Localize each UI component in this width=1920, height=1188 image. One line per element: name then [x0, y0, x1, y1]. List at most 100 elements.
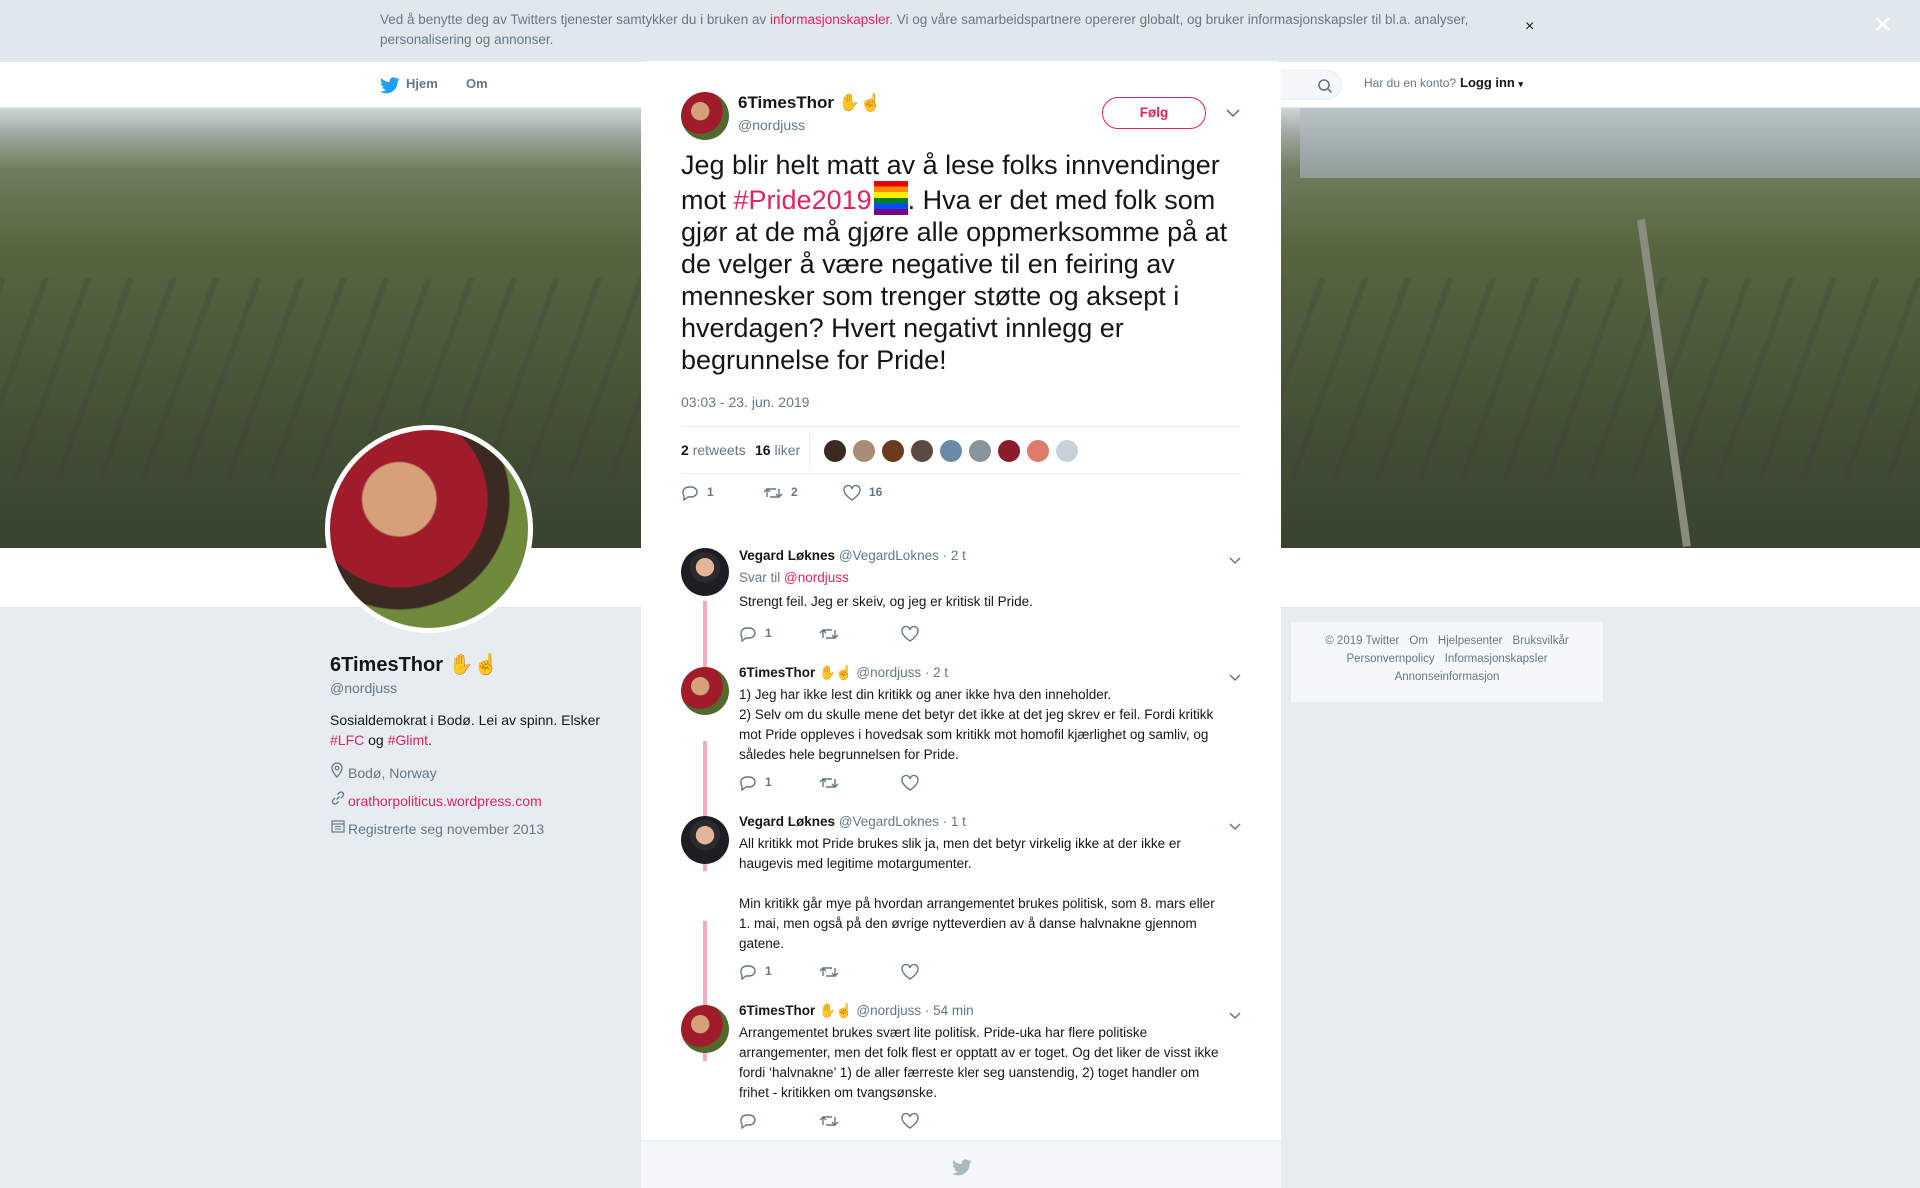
footer-privacy-link[interactable]: Personvernpolicy — [1346, 653, 1434, 665]
reply-tweet[interactable]: Vegard Løknes @VegardLoknes · 2 t Svar t… — [681, 548, 1241, 658]
liker-avatar[interactable] — [1026, 439, 1050, 463]
tweet-text: Jeg blir helt matt av å lese folks innve… — [681, 149, 1251, 376]
twitter-bird-icon[interactable] — [380, 77, 400, 99]
follow-button[interactable]: Følg — [1102, 97, 1206, 129]
reply-author-name[interactable]: Vegard Løknes — [739, 548, 835, 563]
reply-avatar[interactable] — [681, 816, 729, 864]
footer-copyright: © 2019 Twitter — [1325, 635, 1400, 647]
reply-author-handle[interactable]: @VegardLoknes — [839, 548, 939, 563]
reply-text-line: frihet - kritikken om tvangsønske. — [739, 1085, 938, 1100]
liker-avatar[interactable] — [823, 439, 847, 463]
tweet-stats: 2 retweets 16 liker — [681, 426, 1241, 474]
bio-hashtag-glimt[interactable]: #Glimt — [388, 732, 428, 748]
twitter-bird-icon — [952, 1159, 972, 1176]
cookie-text: Ved å benytte deg av Twitters tjenester … — [380, 10, 1530, 50]
reply-header: 6TimesThor ✋☝ @nordjuss · 54 min — [739, 1003, 974, 1019]
reply-count: 1 — [765, 964, 772, 979]
tweet-author-handle[interactable]: @nordjuss — [738, 117, 805, 133]
footer-ads-link[interactable]: Annonseinformasjon — [1395, 671, 1500, 683]
retweet-button[interactable]: 2 — [763, 485, 798, 501]
reply-author-name[interactable]: 6TimesThor ✋☝ — [739, 1003, 853, 1018]
heart-icon — [901, 625, 919, 642]
chevron-down-icon[interactable] — [1226, 105, 1240, 123]
reply-text: All kritikk mot Pride brukes slik ja, me… — [739, 834, 1239, 954]
cookie-close-button[interactable]: × — [1525, 18, 1534, 36]
reply-author-handle[interactable]: @VegardLoknes — [839, 814, 939, 829]
reply-button[interactable]: 1 — [681, 485, 714, 502]
likes-count: 16 — [755, 442, 771, 458]
tweet-author-name[interactable]: 6TimesThor ✋☝ — [738, 93, 881, 113]
reply-icon — [740, 1114, 756, 1130]
reply-tweet[interactable]: 6TimesThor ✋☝ @nordjuss · 54 min Arrange… — [681, 1003, 1241, 1133]
overlay-close-button[interactable]: × — [1874, 10, 1892, 40]
tweet-timestamp[interactable]: 03:03 - 23. jun. 2019 — [681, 394, 809, 410]
nav-home-link[interactable]: Hjem — [406, 76, 438, 91]
footer-links: © 2019 Twitter Om Hjelpesenter Bruksvilkår … — [1290, 621, 1604, 703]
like-button[interactable] — [901, 625, 927, 642]
retweet-button[interactable] — [819, 964, 847, 980]
reply-to-label: Svar til — [739, 570, 785, 585]
footer-cookies-link[interactable]: Informasjonskapsler — [1445, 653, 1548, 665]
header-image-water — [1300, 108, 1920, 178]
reply-button[interactable]: 1 — [739, 964, 772, 981]
footer-terms-link[interactable]: Bruksvilkår — [1512, 635, 1568, 647]
reply-author-name[interactable]: 6TimesThor ✋☝ — [739, 665, 853, 680]
profile-avatar[interactable] — [325, 425, 533, 633]
like-button[interactable] — [901, 774, 927, 791]
joined-text: Registrerte seg november 2013 — [348, 821, 545, 837]
reply-avatar[interactable] — [681, 1005, 729, 1053]
liker-avatar[interactable] — [881, 439, 905, 463]
reply-author-handle[interactable]: @nordjuss — [856, 665, 921, 680]
retweet-button[interactable] — [819, 1113, 847, 1129]
footer-about-link[interactable]: Om — [1409, 635, 1428, 647]
like-button[interactable] — [901, 963, 927, 980]
reply-to-handle[interactable]: @nordjuss — [784, 570, 849, 585]
reply-time[interactable]: · 54 min — [925, 1003, 974, 1018]
profile-handle[interactable]: @nordjuss — [330, 680, 397, 696]
liker-avatar[interactable] — [968, 439, 992, 463]
website-link[interactable]: orathorpoliticus.wordpress.com — [348, 793, 542, 809]
retweets-stat[interactable]: 2 retweets — [681, 442, 746, 458]
reply-time[interactable]: · 2 t — [925, 665, 948, 680]
reply-time[interactable]: · 2 t — [943, 548, 966, 563]
cookie-banner: Ved å benytte deg av Twitters tjenester … — [0, 0, 1920, 62]
login-button[interactable]: Logg inn ▾ — [1460, 75, 1523, 90]
reply-text-line: Arrangementet brukes svært lite politisk… — [739, 1025, 1148, 1040]
rainbow-flag-icon — [873, 181, 908, 215]
reply-avatar[interactable] — [681, 667, 729, 715]
reply-button[interactable]: 1 — [739, 626, 772, 643]
liker-avatar[interactable] — [997, 439, 1021, 463]
reply-text-line: arrangementer, men det folk flest er opp… — [739, 1045, 1219, 1060]
like-count: 16 — [869, 485, 883, 500]
liker-avatar[interactable] — [1055, 439, 1079, 463]
reply-tweet[interactable]: 6TimesThor ✋☝ @nordjuss · 2 t 1) Jeg har… — [681, 665, 1241, 805]
likes-stat[interactable]: 16 liker — [755, 442, 800, 458]
location-text: Bodø, Norway — [348, 765, 437, 781]
footer-row-1: © 2019 Twitter Om Hjelpesenter Bruksvilkår — [1291, 632, 1603, 650]
reply-text-line: 1) Jeg har ikke lest din kritikk og aner… — [739, 687, 1112, 702]
footer-help-link[interactable]: Hjelpesenter — [1438, 635, 1503, 647]
heart-icon — [901, 1112, 919, 1129]
reply-avatar[interactable] — [681, 548, 729, 596]
reply-tweet[interactable]: Vegard Løknes @VegardLoknes · 1 t All kr… — [681, 814, 1241, 994]
reply-author-handle[interactable]: @nordjuss — [856, 1003, 921, 1018]
reply-time[interactable]: · 1 t — [943, 814, 966, 829]
bio-hashtag-lfc[interactable]: #LFC — [330, 732, 364, 748]
reply-button[interactable]: 1 — [739, 775, 772, 792]
retweet-button[interactable] — [819, 775, 847, 791]
reply-text-line: All kritikk mot Pride brukes slik ja, me… — [739, 836, 1181, 851]
tweet-author-avatar[interactable] — [681, 92, 729, 140]
stats-divider — [809, 433, 810, 469]
tweet-hashtag[interactable]: #Pride2019 — [734, 185, 872, 215]
reply-icon — [740, 627, 756, 643]
nav-about-link[interactable]: Om — [466, 76, 488, 91]
like-button[interactable] — [901, 1112, 927, 1129]
liker-avatar[interactable] — [910, 439, 934, 463]
liker-avatar[interactable] — [852, 439, 876, 463]
cookie-link[interactable]: informasjonskapsler — [770, 12, 889, 27]
like-button[interactable]: 16 — [843, 484, 883, 501]
retweet-button[interactable] — [819, 626, 847, 642]
reply-button[interactable] — [739, 1113, 765, 1130]
liker-avatar[interactable] — [939, 439, 963, 463]
reply-author-name[interactable]: Vegard Løknes — [739, 814, 835, 829]
